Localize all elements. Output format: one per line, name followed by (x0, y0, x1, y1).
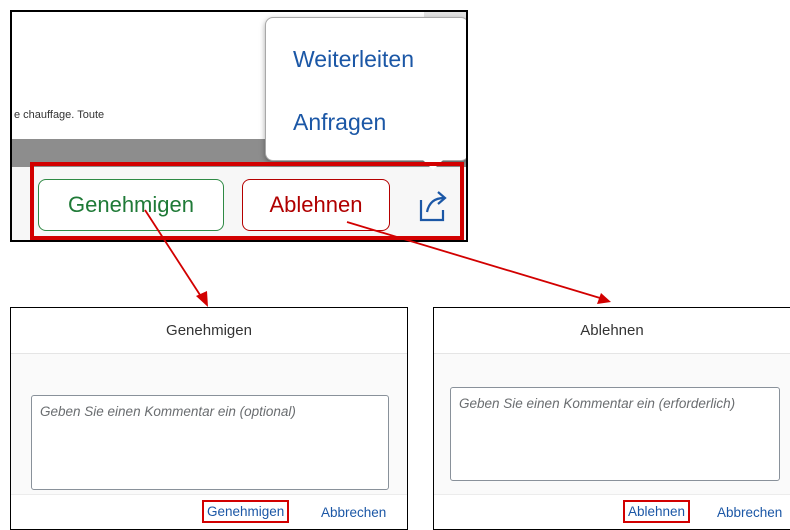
reject-dialog: Ablehnen Geben Sie einen Kommentar ein (… (433, 307, 790, 530)
dialog-title: Genehmigen (11, 308, 407, 354)
comment-textarea[interactable]: Geben Sie einen Kommentar ein (erforderl… (450, 387, 780, 481)
inquire-menu-item[interactable]: Anfragen (293, 109, 386, 136)
approve-dialog: Genehmigen Geben Sie einen Kommentar ein… (10, 307, 408, 530)
cancel-button[interactable]: Abbrechen (318, 503, 389, 522)
dialog-body: Geben Sie einen Kommentar ein (optional) (11, 354, 407, 494)
dialog-title: Ablehnen (434, 308, 790, 354)
dialog-footer: Ablehnen Abbrechen (434, 494, 790, 529)
forward-menu-item[interactable]: Weiterleiten (293, 46, 414, 73)
arrow-reject-head (597, 293, 611, 304)
dialog-footer: Genehmigen Abbrechen (11, 494, 407, 529)
confirm-reject-button[interactable]: Ablehnen (623, 500, 691, 523)
cancel-button[interactable]: Abbrechen (714, 503, 785, 522)
action-popover: Weiterleiten Anfragen (265, 17, 466, 170)
arrow-approve-head (196, 291, 208, 307)
document-text: e chauffage. Toute (14, 109, 105, 121)
approval-screen-crop: e chauffage. Toute Weiterleiten Anfragen… (10, 10, 468, 242)
dialog-body: Geben Sie einen Kommentar ein (erforderl… (434, 354, 790, 494)
comment-textarea[interactable]: Geben Sie einen Kommentar ein (optional) (31, 395, 389, 490)
footer-highlight-box (30, 162, 464, 240)
confirm-approve-button[interactable]: Genehmigen (202, 500, 290, 523)
